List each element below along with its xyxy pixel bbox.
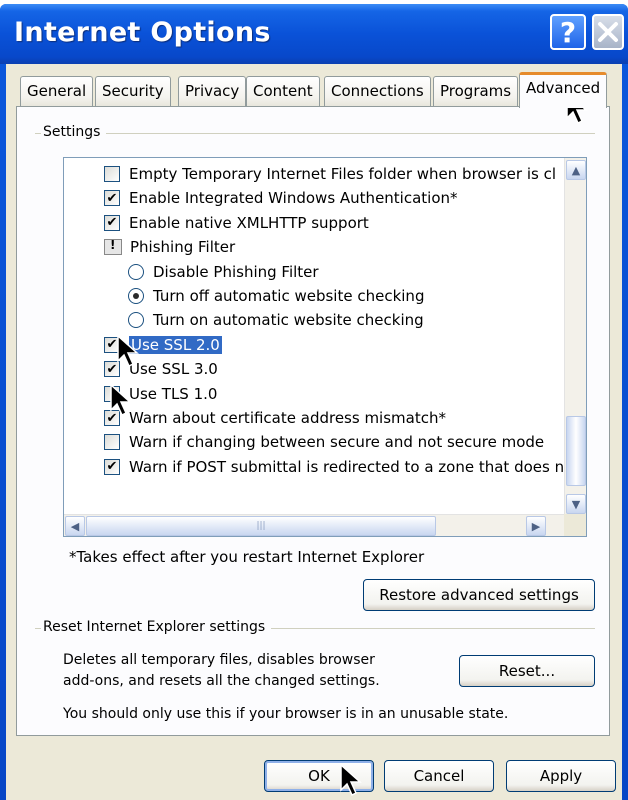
setting-label: Empty Temporary Internet Files folder wh… xyxy=(129,165,557,183)
setting-label: Enable native XMLHTTP support xyxy=(129,213,369,232)
scroll-up-button[interactable]: ▲ xyxy=(566,160,586,180)
cancel-button[interactable]: Cancel xyxy=(384,760,494,792)
tab-connections[interactable]: Connections xyxy=(324,76,431,106)
window-title: Internet Options xyxy=(14,17,271,48)
reset-group-label: Reset Internet Explorer settings xyxy=(41,619,272,635)
setting-label: Warn if changing between secure and not … xyxy=(129,433,545,452)
setting-label: Warn about certificate address mismatch* xyxy=(129,409,446,427)
checkbox-unchecked[interactable] xyxy=(104,434,120,451)
setting-label: Use SSL 2.0 xyxy=(129,335,222,354)
reset-description-line-2: add-ons, and resets all the changed sett… xyxy=(63,673,380,689)
scroll-right-button[interactable]: ▶ xyxy=(526,516,546,536)
reset-warning-text: You should only use this if your browser… xyxy=(63,706,509,722)
setting-row[interactable]: ✔ Warn about certificate address mismatch… xyxy=(104,406,446,430)
close-x-icon xyxy=(598,22,618,42)
setting-row[interactable]: Warn if changing between secure and not … xyxy=(104,430,544,454)
radio-unselected[interactable] xyxy=(128,312,144,329)
chevron-right-icon: ▶ xyxy=(531,519,541,533)
tab-advanced[interactable]: Advanced xyxy=(519,72,608,108)
vertical-scrollbar[interactable]: ▲ ▼ xyxy=(564,158,586,516)
vertical-scroll-thumb[interactable] xyxy=(566,416,586,486)
setting-label: Enable Integrated Windows Authentication… xyxy=(129,189,458,208)
reset-button[interactable]: Reset... xyxy=(459,655,595,687)
setting-row[interactable]: ✔ Enable Integrated Windows Authenticatio… xyxy=(104,186,458,210)
restart-note: *Takes effect after you restart Internet… xyxy=(69,548,425,566)
reset-description-line-1: Deletes all temporary files, disables br… xyxy=(63,652,375,668)
restore-advanced-settings-button[interactable]: Restore advanced settings xyxy=(363,579,595,611)
setting-row[interactable]: ✔ Enable native XMLHTTP support xyxy=(104,211,369,235)
close-button[interactable] xyxy=(592,14,624,50)
tab-security[interactable]: Security xyxy=(95,76,171,106)
scrollbar-corner xyxy=(564,514,586,536)
checkbox-checked[interactable]: ✔ xyxy=(104,214,120,231)
chevron-down-icon: ▼ xyxy=(571,497,581,511)
tab-general[interactable]: General xyxy=(20,76,94,106)
setting-label: Use SSL 3.0 xyxy=(129,360,218,379)
scroll-left-button[interactable]: ◀ xyxy=(65,516,85,536)
setting-row[interactable]: Disable Phishing Filter xyxy=(128,260,319,284)
horizontal-scrollbar[interactable]: ◀ ||| ▶ xyxy=(64,514,566,536)
setting-label: Phishing Filter xyxy=(130,238,236,257)
setting-row[interactable]: Phishing Filter xyxy=(104,235,235,259)
question-mark-icon: ? xyxy=(559,15,577,49)
tab-privacy[interactable]: Privacy xyxy=(178,76,247,106)
tab-content[interactable]: Content xyxy=(246,76,320,106)
setting-row[interactable]: ✔ Warn if POST submittal is redirected to… xyxy=(104,455,564,479)
setting-label: Warn if POST submittal is redirected to … xyxy=(129,457,565,476)
title-bar[interactable]: Internet Options ? xyxy=(0,4,628,64)
horizontal-scroll-thumb[interactable]: ||| xyxy=(86,516,436,536)
setting-row[interactable]: Empty Temporary Internet Files folder wh… xyxy=(104,162,556,186)
radio-selected[interactable] xyxy=(128,288,144,304)
settings-group-line xyxy=(35,133,595,134)
checkbox-checked[interactable]: ✔ xyxy=(104,190,120,207)
settings-group-label: Settings xyxy=(41,124,107,140)
internet-options-window: Internet Options ? General Security Priv… xyxy=(0,4,628,800)
advanced-settings-list[interactable]: Empty Temporary Internet Files folder wh… xyxy=(63,157,587,537)
checkbox-unchecked[interactable] xyxy=(104,166,120,182)
advanced-tab-page: Settings Empty Temporary Internet Files … xyxy=(16,106,610,736)
setting-row[interactable]: Turn on automatic website checking xyxy=(128,308,424,332)
tab-programs[interactable]: Programs xyxy=(433,76,519,106)
chevron-up-icon: ▲ xyxy=(571,163,581,177)
apply-button[interactable]: Apply xyxy=(506,760,616,792)
setting-label: Disable Phishing Filter xyxy=(153,262,319,281)
setting-label: Turn on automatic website checking xyxy=(153,311,424,330)
chevron-left-icon: ◀ xyxy=(70,519,80,533)
dialog-client-area: General Security Privacy Content Connect… xyxy=(6,64,622,800)
help-button[interactable]: ? xyxy=(550,14,586,50)
checkbox-checked[interactable]: ✔ xyxy=(104,458,120,475)
radio-unselected[interactable] xyxy=(128,263,144,280)
setting-label: Use TLS 1.0 xyxy=(129,384,218,403)
setting-label: Turn off automatic website checking xyxy=(153,287,425,305)
scroll-down-button[interactable]: ▼ xyxy=(566,494,586,514)
setting-row[interactable]: Turn off automatic website checking xyxy=(128,284,424,308)
folder-group-icon xyxy=(104,238,122,256)
